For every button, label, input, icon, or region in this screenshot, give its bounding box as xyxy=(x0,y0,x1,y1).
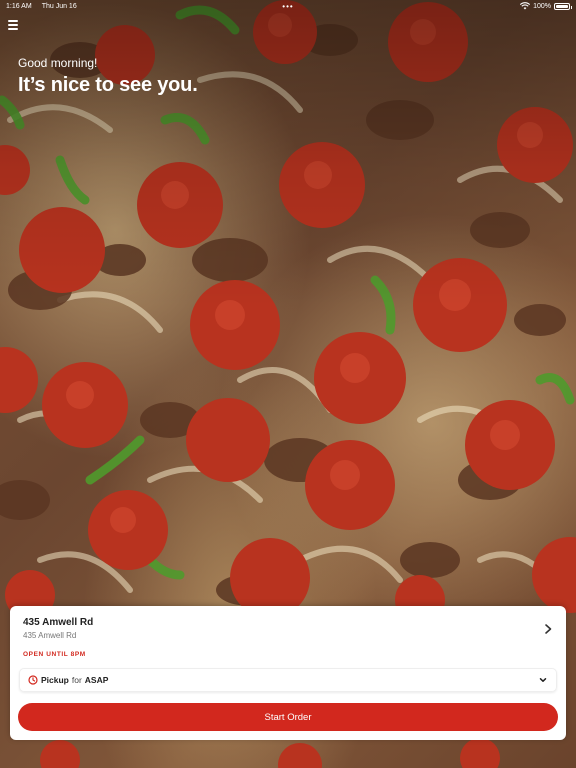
order-card: 435 Amwell Rd 435 Amwell Rd OPEN UNTIL 8… xyxy=(10,606,566,740)
order-mode-selector[interactable]: Pickup for ASAP xyxy=(19,668,557,692)
store-address: 435 Amwell Rd xyxy=(23,631,77,640)
store-name: 435 Amwell Rd xyxy=(23,617,94,628)
status-bar: 1:16 AM Thu Jun 16 ••• 100% xyxy=(0,0,576,12)
wifi-icon xyxy=(520,2,531,10)
home-screen: 1:16 AM Thu Jun 16 ••• 100% Good morning… xyxy=(0,0,576,768)
battery-fill xyxy=(556,4,568,8)
hamburger-menu-icon[interactable] xyxy=(8,18,22,32)
chevron-right-icon xyxy=(545,624,552,634)
order-time: ASAP xyxy=(84,675,109,685)
chevron-down-icon xyxy=(539,678,547,682)
order-method: Pickup xyxy=(41,675,69,685)
status-left: 1:16 AM Thu Jun 16 xyxy=(6,3,77,10)
start-order-button[interactable]: Start Order xyxy=(18,703,558,731)
multitasking-dots[interactable]: ••• xyxy=(282,2,293,11)
clock-icon xyxy=(28,675,38,685)
greeting-text: Good morning! xyxy=(18,56,98,70)
battery-percent: 100% xyxy=(533,2,551,10)
headline-text: It’s nice to see you. xyxy=(18,74,198,96)
store-hours: OPEN UNTIL 8PM xyxy=(23,651,86,658)
status-date: Thu Jun 16 xyxy=(41,2,77,10)
battery-icon xyxy=(554,2,572,10)
status-right: 100% xyxy=(520,2,572,10)
status-time: 1:16 AM xyxy=(6,2,32,10)
order-connector: for xyxy=(71,675,82,685)
store-selector[interactable]: 435 Amwell Rd 435 Amwell Rd xyxy=(23,617,556,645)
